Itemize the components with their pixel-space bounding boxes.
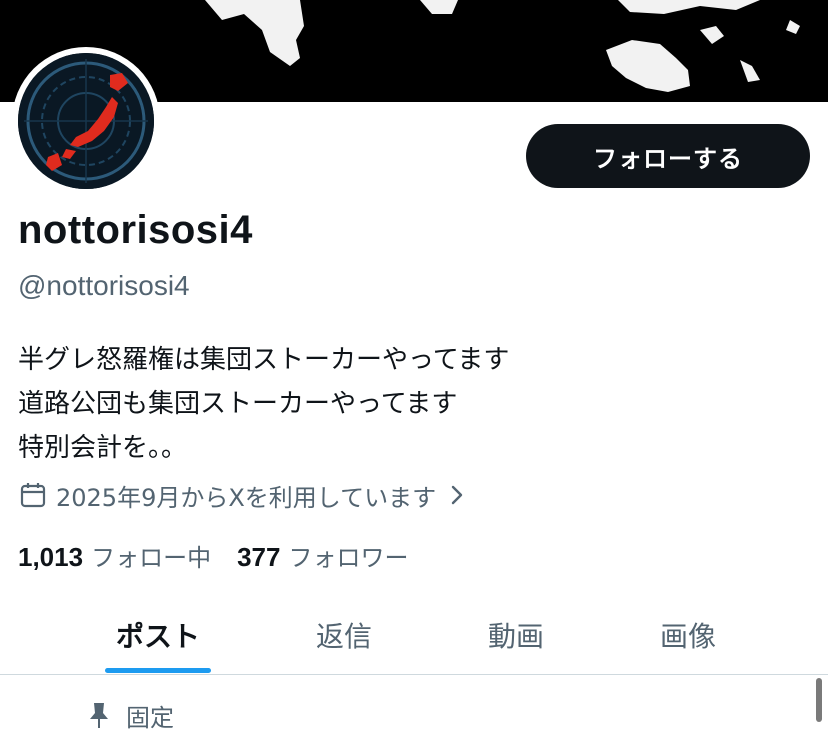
following-label: フォロー中 xyxy=(91,544,212,572)
tab-images[interactable]: 画像 xyxy=(600,596,776,674)
active-tab-indicator xyxy=(105,668,211,673)
pinned-text: 固定 xyxy=(126,704,174,732)
bio-line: 特別会計を。。 xyxy=(18,433,188,463)
following-link[interactable]: 1,013 フォロー中 xyxy=(18,538,211,573)
tab-videos[interactable]: 動画 xyxy=(428,596,604,674)
calendar-icon xyxy=(20,483,46,508)
joined-date[interactable]: 2025年9月からXを利用しています xyxy=(18,478,476,512)
joined-text: 2025年9月からXを利用しています xyxy=(56,483,437,512)
profile-tabs: ポスト 返信 動画 画像 xyxy=(0,596,828,675)
scrollbar[interactable] xyxy=(816,678,822,722)
chevron-right-icon xyxy=(451,485,463,505)
profile-bio: 半グレ怒羅権は集団ストーカーやってます 道路公団も集団ストーカーやってます 特別… xyxy=(18,338,509,470)
user-handle: @nottorisosi4 xyxy=(18,270,190,301)
follow-button[interactable]: フォローする xyxy=(526,124,810,188)
following-count: 1,013 xyxy=(18,542,84,572)
bio-line: 道路公団も集団ストーカーやってます xyxy=(18,389,458,419)
avatar[interactable] xyxy=(18,53,154,189)
pin-icon xyxy=(90,702,108,728)
follow-stats: 1,013 フォロー中 377 フォロワー xyxy=(18,538,434,573)
pinned-post-label: 固定 xyxy=(86,698,174,733)
tab-replies[interactable]: 返信 xyxy=(256,596,432,674)
bio-line: 半グレ怒羅権は集団ストーカーやってます xyxy=(18,345,510,375)
display-name: nottorisosi4 xyxy=(18,208,253,252)
followers-label: フォロワー xyxy=(288,544,409,572)
avatar-japan-map-image xyxy=(18,53,154,189)
followers-link[interactable]: 377 フォロワー xyxy=(237,538,408,573)
followers-count: 377 xyxy=(237,542,281,572)
tab-posts[interactable]: ポスト xyxy=(70,596,246,674)
